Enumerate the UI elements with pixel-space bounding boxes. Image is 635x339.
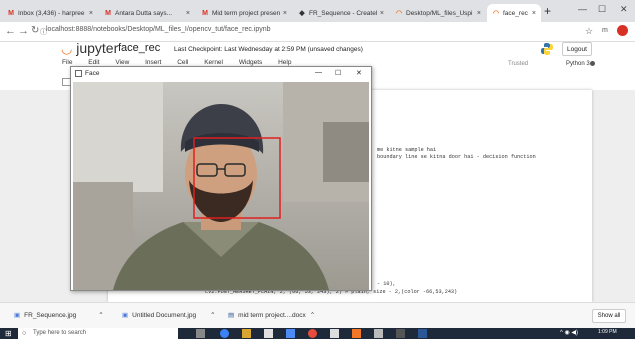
minimize-icon[interactable]: —: [315, 69, 322, 76]
creately-icon: ◆: [299, 10, 305, 17]
chrome-icon[interactable]: [308, 329, 317, 338]
app-icon[interactable]: [374, 329, 383, 338]
new-tab-button[interactable]: +: [544, 4, 551, 18]
star-icon[interactable]: ☆: [585, 26, 593, 37]
kernel-status-icon: [590, 61, 595, 66]
menu-cell[interactable]: Cell: [177, 59, 188, 66]
minimize-icon[interactable]: —: [578, 4, 587, 14]
download-item[interactable]: ▣ FR_Sequence.jpg ⌃: [14, 311, 104, 320]
menu-insert[interactable]: Insert: [145, 59, 161, 66]
download-item[interactable]: ▣ Untitled Document.jpg ⌃: [122, 311, 216, 320]
windows-start-icon[interactable]: ⊞: [5, 329, 12, 338]
kernel-name: Python 3: [566, 61, 590, 67]
clock[interactable]: 1:09 PM: [598, 329, 617, 335]
forward-icon[interactable]: →: [18, 25, 29, 37]
window-icon: [75, 70, 82, 77]
face-window[interactable]: Face — ☐ ✕: [70, 66, 372, 291]
notebook-name[interactable]: face_rec: [118, 42, 160, 54]
menu-view[interactable]: View: [115, 59, 129, 66]
app-icon[interactable]: [396, 329, 405, 338]
webcam-frame: [73, 82, 369, 290]
download-name: mid term project....docx: [238, 311, 306, 319]
tab-title: Desktop/ML_files_Uspi: [406, 9, 473, 17]
menu-kernel[interactable]: Kernel: [204, 59, 223, 66]
image-file-icon: ▣: [122, 312, 129, 319]
maximize-icon[interactable]: ☐: [598, 4, 606, 15]
close-icon[interactable]: ×: [186, 10, 190, 17]
tab-strip: M Inbox (3,436) - harpree × M Antara Dut…: [0, 0, 635, 22]
close-icon[interactable]: ✕: [356, 69, 362, 77]
address-toolbar: ← → ↻ ⓘ localhost:8888/notebooks/Desktop…: [0, 22, 635, 42]
close-icon[interactable]: ×: [283, 10, 287, 17]
menu-widgets[interactable]: Widgets: [239, 59, 262, 66]
code-line: - 10),: [377, 281, 396, 287]
download-item[interactable]: ▤ mid term project....docx ⌃: [228, 311, 315, 320]
downloads-bar: ▣ FR_Sequence.jpg ⌃ ▣ Untitled Document.…: [0, 302, 635, 328]
download-name: Untitled Document.jpg: [132, 311, 197, 319]
tab-desktop[interactable]: ◠ Desktop/ML_files_Uspi ×: [390, 4, 486, 22]
tab-creately[interactable]: ◆ FR_Sequence - Creately ×: [293, 4, 389, 22]
tab-title: face_rec: [503, 9, 528, 17]
tab-midterm[interactable]: M Mid term project presen ×: [196, 4, 292, 22]
download-name: FR_Sequence.jpg: [24, 311, 77, 319]
gmail-icon: M: [105, 9, 111, 17]
code-line: me kitne sample hai: [377, 147, 437, 153]
app-icon[interactable]: [330, 329, 339, 338]
mail-icon[interactable]: [286, 329, 295, 338]
menu-file[interactable]: File: [62, 59, 72, 66]
task-view-icon[interactable]: [196, 329, 205, 338]
code-line: boundary line se kitna door hai - decisi…: [377, 154, 536, 160]
gmail-icon: M: [8, 9, 14, 17]
taskbar: ⊞ ○ Type here to search 1:09 PM ^ ◉ ◀): [0, 328, 635, 339]
tab-antara[interactable]: M Antara Dutta says... ×: [99, 4, 195, 22]
edge-icon[interactable]: [220, 329, 229, 338]
tab-inbox[interactable]: M Inbox (3,436) - harpree ×: [2, 4, 98, 22]
reload-icon[interactable]: ↻: [31, 25, 39, 36]
logout-button[interactable]: Logout: [562, 42, 592, 56]
tab-title: Inbox (3,436) - harpree: [18, 9, 85, 17]
file-explorer-icon[interactable]: [242, 329, 251, 338]
jupyter-icon: ◠: [395, 10, 403, 17]
extension-icon[interactable]: m: [602, 27, 608, 34]
python-icon: [540, 42, 554, 56]
store-icon[interactable]: [264, 329, 273, 338]
maximize-icon[interactable]: ☐: [335, 69, 341, 77]
chevron-up-icon[interactable]: ⌃: [210, 311, 215, 319]
tab-title: Antara Dutta says...: [115, 9, 173, 17]
search-placeholder: Type here to search: [33, 330, 87, 336]
close-icon[interactable]: ×: [89, 10, 93, 17]
back-icon[interactable]: ←: [5, 25, 16, 37]
jupyter-logo[interactable]: ◡ jupyter: [61, 40, 118, 57]
taskbar-search-input[interactable]: ○ Type here to search: [18, 328, 178, 339]
jupyter-icon: ◡: [61, 41, 73, 56]
jupyter-logo-text: jupyter: [76, 40, 119, 56]
avatar[interactable]: [617, 25, 628, 36]
webcam-image: [73, 82, 369, 290]
close-icon[interactable]: ×: [532, 10, 536, 17]
tab-title: FR_Sequence - Creately: [309, 9, 377, 17]
jupyter-icon: ◠: [492, 10, 500, 17]
close-window-icon[interactable]: ✕: [620, 4, 628, 15]
search-icon: ○: [22, 330, 27, 337]
gmail-icon: M: [202, 9, 208, 17]
show-all-button[interactable]: Show all: [592, 309, 626, 323]
chevron-up-icon[interactable]: ⌃: [310, 311, 315, 319]
menu-edit[interactable]: Edit: [88, 59, 99, 66]
app-icon[interactable]: [352, 329, 361, 338]
face-window-titlebar[interactable]: Face — ☐ ✕: [71, 67, 371, 81]
trusted-indicator[interactable]: Trusted: [508, 61, 528, 67]
checkpoint-status: Last Checkpoint: Last Wednesday at 2:59 …: [174, 46, 363, 53]
tray-icons[interactable]: ^ ◉ ◀): [560, 329, 578, 336]
tab-title: Mid term project presen: [212, 9, 280, 17]
document-file-icon: ▤: [228, 312, 235, 319]
chevron-up-icon[interactable]: ⌃: [98, 311, 103, 319]
menu-help[interactable]: Help: [278, 59, 291, 66]
image-file-icon: ▣: [14, 312, 21, 319]
word-icon[interactable]: [418, 329, 427, 338]
face-window-title: Face: [85, 70, 100, 77]
url-input[interactable]: localhost:8888/notebooks/Desktop/ML_file…: [46, 26, 271, 33]
close-icon[interactable]: ×: [477, 10, 481, 17]
close-icon[interactable]: ×: [380, 10, 384, 17]
tab-face-rec[interactable]: ◠ face_rec ×: [487, 4, 541, 22]
